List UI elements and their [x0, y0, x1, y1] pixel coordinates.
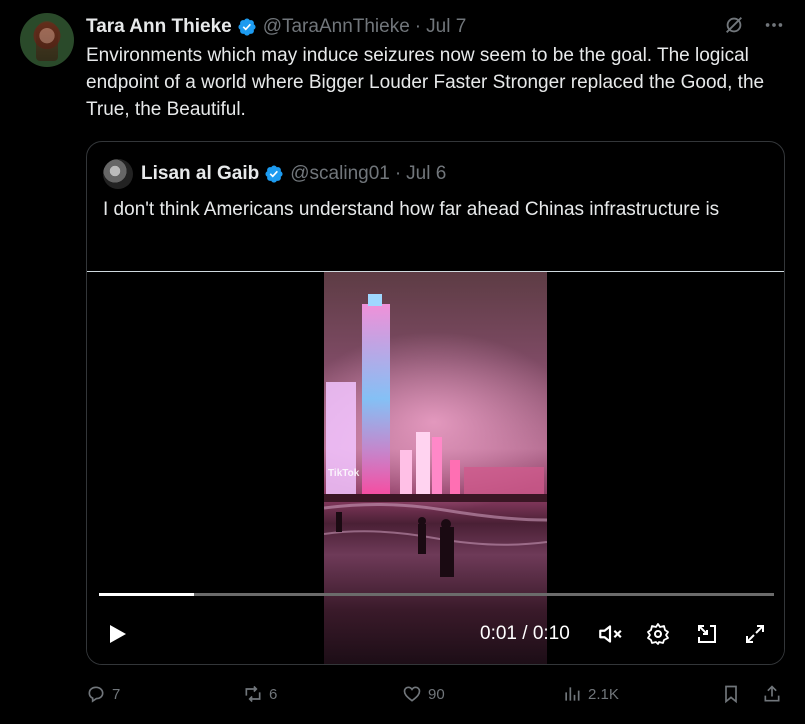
- quoted-tweet[interactable]: Lisan al Gaib @scaling01 · Jul 6 I don't…: [86, 141, 785, 665]
- quoted-author-name[interactable]: Lisan al Gaib: [141, 163, 259, 185]
- video-progress-bar[interactable]: [99, 593, 774, 596]
- video-frame[interactable]: TikTok: [324, 272, 547, 664]
- quoted-avatar[interactable]: [103, 159, 133, 189]
- video-progress-fill: [99, 593, 194, 596]
- play-icon[interactable]: [105, 622, 129, 646]
- repost-icon: [245, 685, 261, 703]
- author-avatar[interactable]: [20, 13, 74, 67]
- verified-badge-icon: [237, 17, 257, 37]
- bookmark-button[interactable]: [721, 680, 741, 708]
- author-handle[interactable]: @TaraAnnThieke: [263, 16, 410, 38]
- tiktok-watermark: TikTok: [328, 468, 360, 479]
- quoted-author-handle[interactable]: @scaling01: [290, 163, 390, 185]
- grok-icon[interactable]: [723, 14, 745, 36]
- repost-button[interactable]: 6: [243, 680, 277, 708]
- video-player[interactable]: TikTok 0:01 / 0:10: [87, 271, 784, 664]
- heart-icon: [403, 686, 421, 702]
- tweet-date[interactable]: Jul 7: [426, 16, 466, 38]
- repost-count: 6: [269, 685, 278, 703]
- author-name[interactable]: Tara Ann Thieke: [86, 16, 232, 38]
- views-button[interactable]: 2.1K: [562, 680, 619, 708]
- mute-icon[interactable]: [597, 621, 623, 647]
- share-button[interactable]: [762, 680, 782, 708]
- tweet-actions: 7 6 90 2.1K: [86, 680, 786, 708]
- like-button[interactable]: 90: [402, 680, 445, 708]
- video-time: 0:01 / 0:10: [480, 623, 570, 644]
- quoted-header: Lisan al Gaib @scaling01 · Jul 6: [103, 158, 446, 190]
- reply-count: 7: [112, 685, 121, 703]
- reply-icon: [88, 686, 104, 703]
- separator-dot: ·: [414, 16, 422, 37]
- reply-button[interactable]: 7: [86, 680, 120, 708]
- views-count: 2.1K: [588, 685, 619, 703]
- tweet-text: Environments which may induce seizures n…: [86, 45, 765, 120]
- tweet-top-actions: [723, 14, 785, 36]
- bookmark-icon: [725, 685, 737, 704]
- separator-dot: ·: [394, 163, 402, 184]
- like-count: 90: [428, 685, 445, 703]
- quoted-text: I don't think Americans understand how f…: [103, 199, 720, 220]
- picture-in-picture-icon[interactable]: [694, 621, 720, 647]
- tweet-header: Tara Ann Thieke @TaraAnnThieke · Jul 7: [86, 14, 466, 40]
- share-icon: [764, 685, 780, 702]
- verified-badge-icon: [264, 164, 284, 184]
- more-options-icon[interactable]: [763, 14, 785, 36]
- fullscreen-icon[interactable]: [742, 621, 768, 647]
- settings-gear-icon[interactable]: [645, 621, 671, 647]
- quoted-date[interactable]: Jul 6: [406, 163, 446, 185]
- views-chart-icon: [565, 687, 580, 701]
